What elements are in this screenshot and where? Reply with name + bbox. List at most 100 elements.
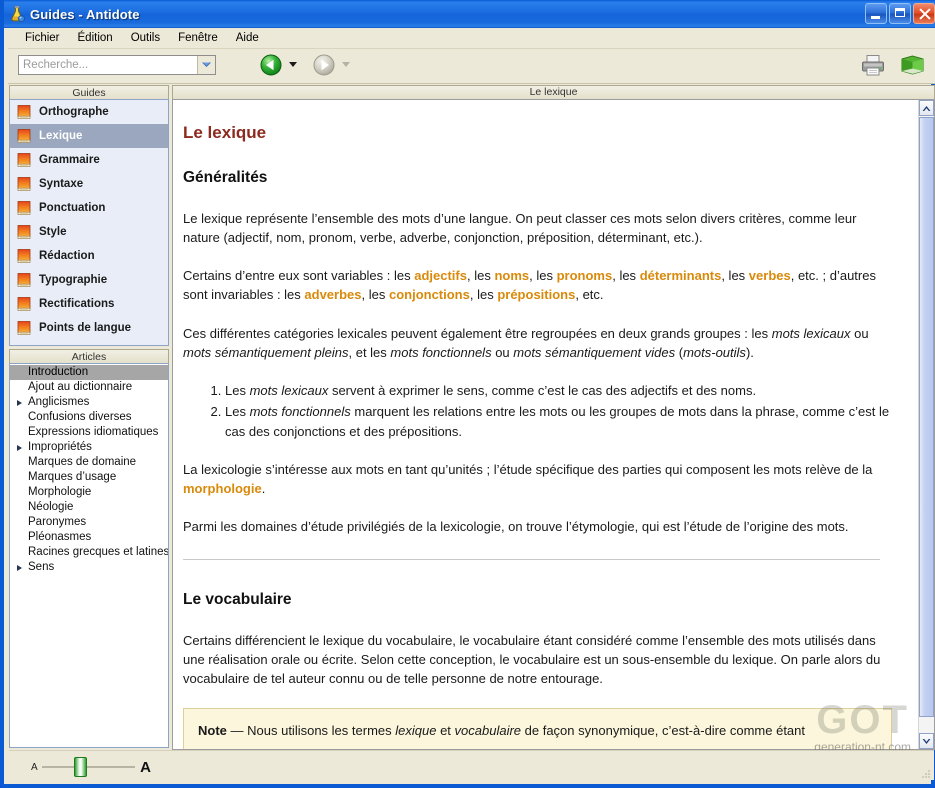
sidebar-guide-lexique[interactable]: Lexique (10, 124, 168, 148)
back-button[interactable] (260, 54, 282, 76)
slider-thumb[interactable] (73, 757, 87, 777)
article-item[interactable]: Sens (10, 560, 168, 575)
article-label: Morphologie (28, 486, 92, 498)
paragraph-4: La lexicologie s’intéresse aux mots en t… (183, 461, 873, 497)
article-item[interactable]: Paronymes (10, 515, 168, 530)
slider-track[interactable] (41, 757, 136, 777)
keyword-adjectifs[interactable]: adjectifs (414, 268, 467, 283)
keyword-conjonctions[interactable]: conjonctions (389, 287, 470, 302)
printer-icon[interactable] (860, 53, 886, 82)
paragraph-5: Parmi les domaines d’étude privilégiés d… (183, 519, 849, 535)
guide-label: Orthographe (39, 106, 109, 118)
flask-icon (8, 5, 26, 23)
articles-panel-header: Articles (9, 349, 169, 363)
document-scroll-viewport: Le lexique Généralités Le lexique représ… (173, 100, 918, 749)
expand-triangle-icon[interactable] (17, 444, 22, 451)
keyword-pronoms[interactable]: pronoms (557, 268, 613, 283)
book-icon (16, 200, 32, 216)
book-icon (16, 296, 32, 312)
article-item[interactable]: Marques d’usage (10, 470, 168, 485)
status-bar: A A (9, 750, 934, 780)
sidebar-guide-rectifications[interactable]: Rectifications (10, 292, 168, 316)
resize-grip-icon[interactable] (919, 766, 931, 778)
sidebar-guide-syntaxe[interactable]: Syntaxe (10, 172, 168, 196)
zoom-large-label: A (140, 758, 151, 776)
minimize-button[interactable] (865, 3, 887, 24)
expand-triangle-icon[interactable] (17, 399, 22, 406)
article-label: Anglicismes (28, 396, 90, 408)
vertical-scrollbar[interactable] (918, 100, 934, 749)
keyword-morphologie[interactable]: morphologie (183, 481, 262, 496)
keyword-adverbes[interactable]: adverbes (304, 287, 361, 302)
article-item[interactable]: Ajout au dictionnaire (10, 380, 168, 395)
document-frame: Le lexique Généralités Le lexique représ… (172, 99, 935, 750)
forward-dropdown-caret-icon (342, 62, 350, 67)
articles-list: Introduction Ajout au dictionnaire Anglici… (9, 363, 169, 748)
article-item[interactable]: Marques de domaine (10, 455, 168, 470)
article-item[interactable]: Impropriétés (10, 440, 168, 455)
article-item[interactable]: Anglicismes (10, 395, 168, 410)
article-label: Néologie (28, 501, 74, 513)
paragraph-6: Certains différencient le lexique du voc… (183, 632, 881, 687)
article-item[interactable]: Pléonasmes (10, 530, 168, 545)
guide-label: Lexique (39, 130, 83, 142)
book-icon (16, 248, 32, 264)
search-combo[interactable] (18, 55, 216, 75)
article-item[interactable]: Racines grecques et latines (10, 545, 168, 560)
article-item[interactable]: Morphologie (10, 485, 168, 500)
text-size-slider[interactable]: A A (31, 756, 151, 778)
article-label: Marques d’usage (28, 471, 117, 483)
article-item[interactable]: Néologie (10, 500, 168, 515)
window-frame: Guides - Antidote Fichier Édition Outils… (0, 0, 935, 788)
book-icon (16, 128, 32, 144)
sidebar-guide-orthographe[interactable]: Orthographe (10, 100, 168, 124)
sidebar-guide-grammaire[interactable]: Grammaire (10, 148, 168, 172)
back-dropdown-caret-icon[interactable] (289, 62, 297, 67)
note-label: Note (198, 722, 227, 738)
sidebar-guide-points-de-langue[interactable]: Points de langue (10, 316, 168, 340)
article-item[interactable]: Expressions idiomatiques (10, 425, 168, 440)
guide-label: Rédaction (39, 250, 95, 262)
keyword-verbes[interactable]: verbes (749, 268, 791, 283)
list-item: Les mots lexicaux servent à exprimer le … (225, 381, 892, 400)
guides-panel-header: Guides (9, 85, 169, 99)
window-title: Guides - Antidote (30, 6, 140, 22)
guide-label: Syntaxe (39, 178, 84, 190)
article-label: Impropriétés (28, 441, 92, 453)
ordered-list: Les mots lexicaux servent à exprimer le … (183, 381, 892, 441)
sidebar-guide-style[interactable]: Style (10, 220, 168, 244)
keyword-prepositions[interactable]: prépositions (497, 287, 575, 302)
book-icon (16, 320, 32, 336)
article-item[interactable]: Introduction (10, 365, 168, 380)
book-icon (16, 224, 32, 240)
guides-list: Orthographe Lexique Grammaire Syntaxe Ponctu… (9, 99, 169, 346)
forward-button[interactable] (313, 54, 335, 76)
green-book-icon[interactable] (900, 54, 925, 81)
keyword-determinants[interactable]: déterminants (640, 268, 722, 283)
article-item[interactable]: Confusions diverses (10, 410, 168, 425)
menu-item-outils[interactable]: Outils (122, 30, 169, 46)
keyword-noms[interactable]: noms (494, 268, 529, 283)
close-button[interactable] (913, 3, 935, 24)
expand-triangle-icon[interactable] (17, 564, 22, 571)
scroll-up-button[interactable] (919, 100, 934, 116)
scrollbar-thumb[interactable] (919, 117, 934, 717)
search-input[interactable] (19, 57, 197, 73)
article-label: Racines grecques et latines (28, 546, 169, 558)
sidebar-guide-r-daction[interactable]: Rédaction (10, 244, 168, 268)
article-label: Confusions diverses (28, 411, 132, 423)
paragraph-1: Le lexique représente l’ensemble des mot… (183, 210, 857, 245)
menu-item-aide[interactable]: Aide (227, 30, 268, 46)
chevron-down-icon[interactable] (197, 56, 215, 74)
paragraph-2: Certains d’entre eux sont variables : le… (183, 268, 876, 303)
sidebar-guide-typographie[interactable]: Typographie (10, 268, 168, 292)
guide-label: Style (39, 226, 67, 238)
document-tab[interactable]: Le lexique (172, 85, 935, 99)
scroll-down-button[interactable] (919, 733, 934, 749)
menu-item-fichier[interactable]: Fichier (16, 30, 69, 46)
sidebar-guide-ponctuation[interactable]: Ponctuation (10, 196, 168, 220)
menu-item-edition[interactable]: Édition (69, 30, 122, 46)
book-icon (16, 152, 32, 168)
menu-item-fenetre[interactable]: Fenêtre (169, 30, 227, 46)
maximize-button[interactable] (889, 3, 911, 24)
